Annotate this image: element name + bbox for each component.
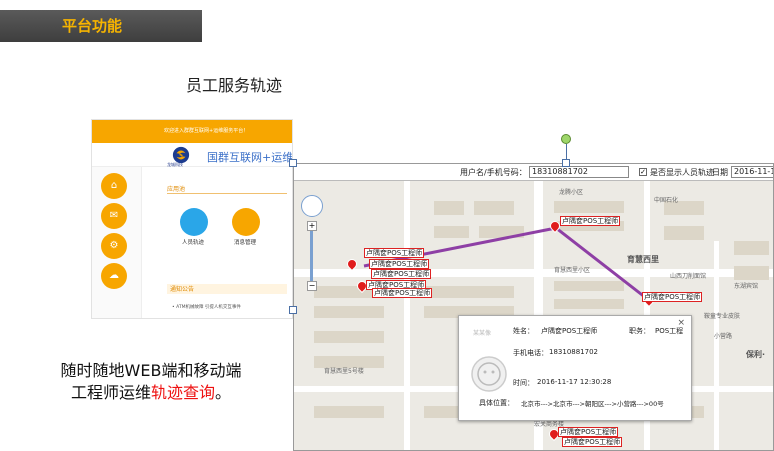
map-label: 龙腾小区	[559, 189, 584, 196]
worker-tag[interactable]: 卢隅奁POS工程师	[562, 437, 623, 447]
worker-tag[interactable]: 卢隅奁POS工程师	[371, 269, 432, 279]
apps-section-label: 应用池	[167, 186, 186, 193]
logo-text: 龙城科技	[167, 162, 183, 167]
map-label: 育慧西里小区	[554, 267, 591, 274]
map-label: 中国石化	[654, 197, 679, 204]
map-nav-control: + −	[301, 195, 323, 291]
notice-heading-label: 通知公告	[170, 286, 195, 293]
app-top-bar: 欢迎进入群群互联网+运维服务平台！	[92, 120, 292, 143]
worker-info-popup: × 某某像 姓名： 卢隅奁POS工程师 职务： POS工程 手机电话： 1831…	[458, 315, 692, 421]
time-label: 时间：	[513, 379, 534, 387]
message-icon[interactable]: ✉	[101, 203, 127, 229]
resize-handle[interactable]	[289, 159, 297, 167]
map-label: 鞍童专业皮肤	[704, 313, 741, 320]
app-screenshot: 欢迎进入群群互联网+运维服务平台！ 龙城科技 国群互联网+运维服务平台 ⌂ ✉ …	[91, 119, 293, 319]
zoom-slider[interactable]	[310, 231, 313, 281]
description-prefix: 工程师运维	[70, 383, 151, 402]
date-input[interactable]: 2016-11-17	[731, 166, 773, 178]
phone-input[interactable]: 18310881702	[529, 166, 629, 178]
resize-handle[interactable]	[562, 159, 570, 167]
role-value: POS工程	[655, 327, 684, 335]
map-label: 育慧西里	[627, 255, 659, 264]
address-value: 北京市--->北京市--->朝阳区--->小营路--->00号	[521, 400, 664, 408]
cloud-icon[interactable]: ☁	[101, 263, 127, 289]
worker-tag[interactable]: 卢隅奁POS工程师	[369, 259, 430, 269]
time-value: 2016-11-17 12:30:28	[537, 378, 612, 386]
date-label: 日期	[712, 168, 728, 177]
app-title: 国群互联网+运维服务平台	[207, 151, 293, 164]
welcome-text: 欢迎进入群群互联网+运维服务平台！	[164, 128, 249, 134]
worker-tag[interactable]: 卢隅奁POS工程师	[642, 292, 703, 302]
message-app-label: 消息管理	[234, 240, 257, 246]
message-app-icon[interactable]	[232, 208, 260, 236]
section-tag: 平台功能	[0, 10, 202, 42]
map-label: 东湖宾馆	[734, 283, 759, 290]
photo-caption: 某某像	[473, 330, 492, 337]
zoom-in-button[interactable]: +	[307, 221, 317, 231]
settings-icon[interactable]: ⚙	[101, 233, 127, 259]
show-track-checkbox[interactable]: ✓	[639, 168, 647, 176]
slide-description: 随时随地WEB端和移动端 工程师运维轨迹查询。	[36, 360, 266, 404]
description-line-2: 工程师运维轨迹查询。	[36, 382, 266, 404]
name-label: 姓名：	[513, 327, 534, 335]
slide: 平台功能 员工服务轨迹 欢迎进入群群互联网+运维服务平台！ 龙城科技 国群互联网…	[0, 0, 774, 451]
apps-section-heading: 应用池	[167, 184, 287, 194]
description-highlight: 轨迹查询	[150, 383, 215, 402]
app-header: 龙城科技 国群互联网+运维服务平台	[92, 143, 292, 167]
name-value: 卢隅奁POS工程师	[541, 327, 598, 335]
worker-tag[interactable]: 卢隅奁POS工程师	[372, 288, 433, 298]
description-suffix: 。	[215, 383, 232, 402]
map-label: 保利·	[746, 350, 766, 359]
home-icon[interactable]: ⌂	[101, 173, 127, 199]
phone-value: 18310881702	[549, 348, 598, 356]
track-app-icon[interactable]	[180, 208, 208, 236]
rotate-handle[interactable]	[561, 134, 571, 144]
worker-tag[interactable]: 卢隅奁POS工程师	[560, 216, 621, 226]
filter-label: 用户名/手机号码：	[460, 168, 527, 177]
notice-heading: 通知公告	[167, 284, 287, 294]
map-canvas[interactable]: 龙腾小区 中国石化 育慧西里小区 育慧西里 东湖宾馆 保利· 小营路 山西刀削面…	[294, 181, 773, 450]
rotate-stem	[566, 144, 567, 160]
show-track-label: 是否显示人员轨迹	[650, 168, 714, 177]
app-sidebar: ⌂ ✉ ⚙ ☁	[92, 167, 142, 318]
section-tag-label: 平台功能	[62, 17, 123, 35]
resize-handle[interactable]	[289, 306, 297, 314]
slide-subtitle: 员工服务轨迹	[186, 76, 283, 95]
worker-tag[interactable]: 卢隅奁POS工程师	[364, 248, 425, 258]
map-label: 小营路	[714, 333, 733, 340]
phone-label: 手机电话：	[513, 349, 548, 357]
map-label: 育慧西里5号楼	[324, 368, 364, 375]
address-label: 具体位置：	[479, 399, 514, 407]
map-toolbar: 用户名/手机号码： 18310881702 ✓ 是否显示人员轨迹 日期 2016…	[294, 164, 773, 181]
map-label: 山西刀削面馆	[670, 273, 707, 280]
role-label: 职务：	[629, 327, 650, 335]
worker-tag[interactable]: 卢隅奁POS工程师	[558, 427, 619, 437]
notice-item[interactable]: • ATM机械故障 引提人机交互事件	[172, 304, 241, 310]
description-line-1: 随时随地WEB端和移动端	[60, 361, 242, 380]
pan-control[interactable]	[301, 195, 323, 217]
track-app-label: 人员轨迹	[182, 240, 205, 246]
web-map-panel: 用户名/手机号码： 18310881702 ✓ 是否显示人员轨迹 日期 2016…	[293, 163, 774, 451]
zoom-out-button[interactable]: −	[307, 281, 317, 291]
